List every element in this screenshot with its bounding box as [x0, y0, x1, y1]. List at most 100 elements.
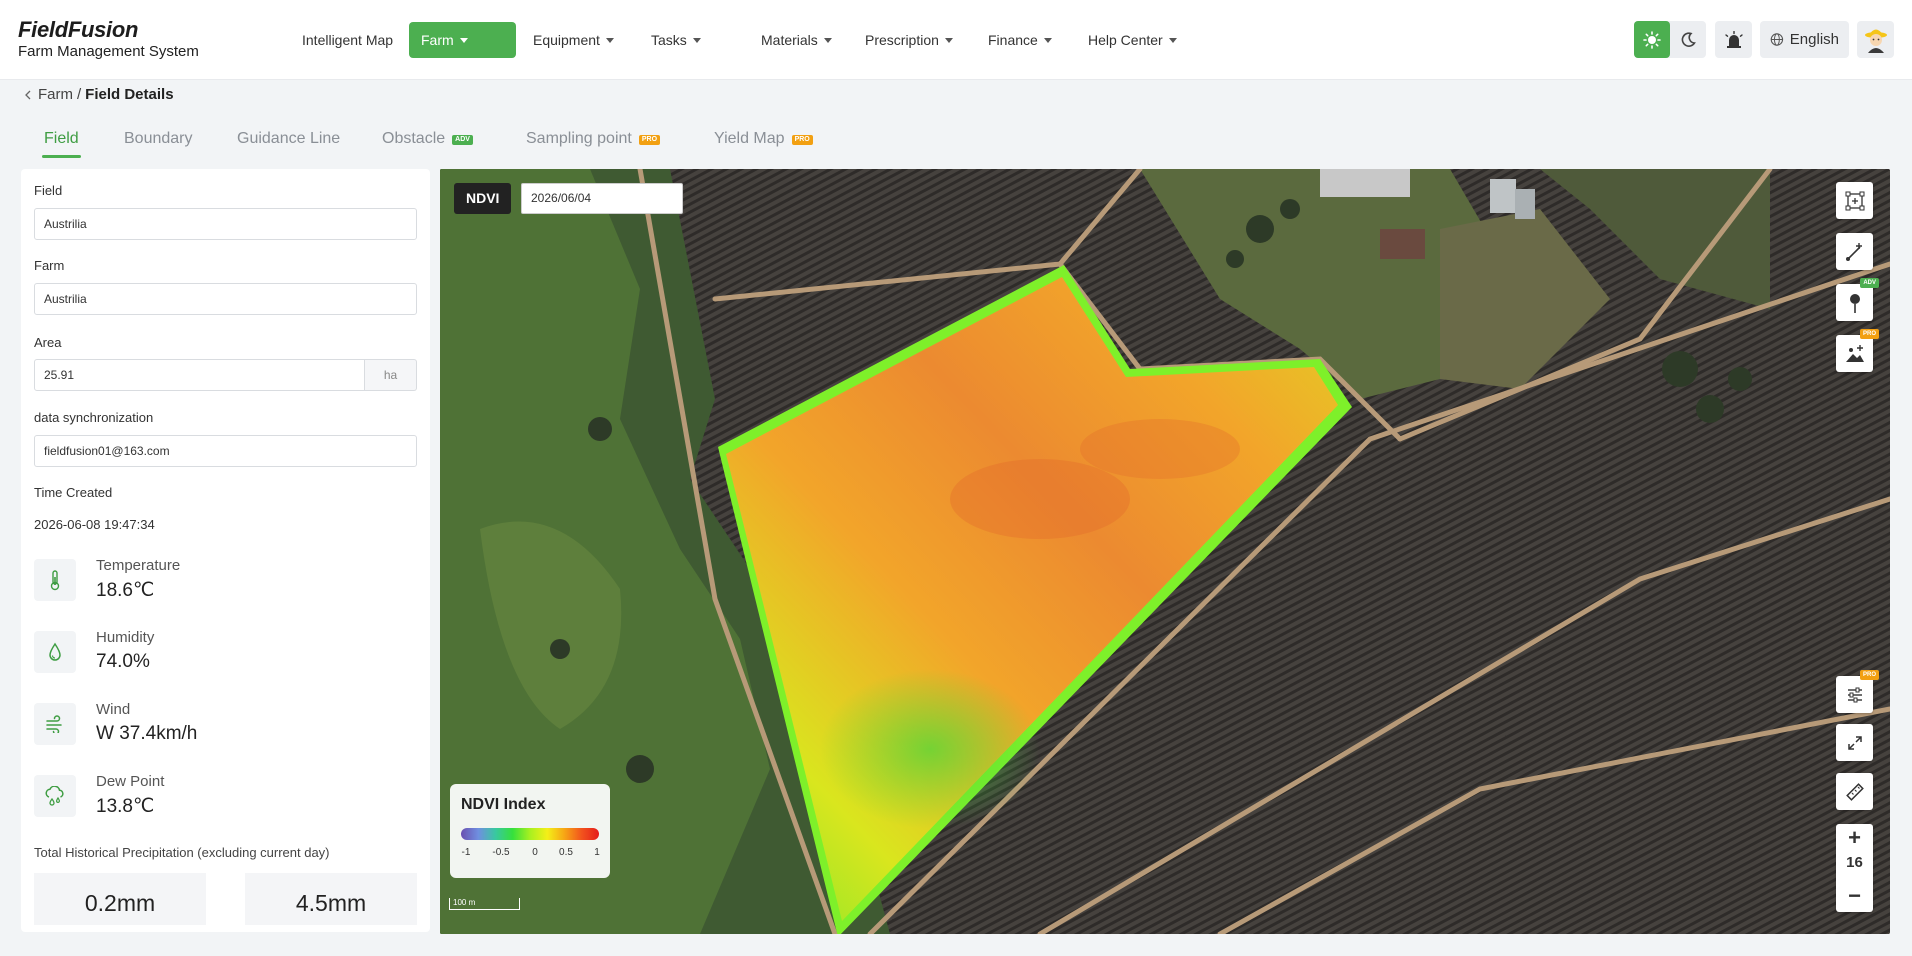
- legend-tick: 1: [594, 847, 600, 858]
- tab-sampling-point[interactable]: Sampling point PRO: [526, 120, 661, 158]
- nav-item-equipment[interactable]: Equipment: [521, 22, 626, 58]
- precipitation-title: Total Historical Precipitation (excludin…: [34, 845, 330, 860]
- tab-label: Boundary: [124, 130, 193, 147]
- zoom-in-button[interactable]: +: [1836, 824, 1873, 852]
- weather-value: 13.8℃: [96, 796, 155, 817]
- filter-settings-button[interactable]: PRO: [1836, 670, 1879, 713]
- ndvi-map[interactable]: NDVI 2026/06/04 ADV PRO PRO + 16 − NDVI …: [440, 169, 1890, 934]
- draw-line-icon: [1845, 242, 1862, 261]
- nav-item-farm[interactable]: Farm: [409, 22, 516, 58]
- farmer-avatar-icon: [1864, 29, 1887, 53]
- tab-guidance-line[interactable]: Guidance Line: [237, 120, 340, 158]
- pro-badge: PRO: [638, 135, 661, 145]
- nav-label: Tasks: [651, 32, 687, 48]
- weather-humidity: Humidity 74.0%: [34, 627, 414, 677]
- breadcrumb-parent[interactable]: Farm: [38, 86, 73, 103]
- nav-item-intelligent-map[interactable]: Intelligent Map: [290, 22, 405, 58]
- time-created-label: Time Created: [34, 485, 113, 500]
- ruler-icon: [1845, 782, 1864, 801]
- alarm-button[interactable]: [1715, 21, 1752, 58]
- map-scale-bar: 100 m: [449, 898, 520, 910]
- nav-item-prescription[interactable]: Prescription: [853, 22, 965, 58]
- time-created-value: 2026-06-08 19:47:34: [34, 517, 155, 532]
- farm-name-input[interactable]: Austrilia: [34, 283, 417, 315]
- field-label: Field: [34, 183, 63, 198]
- tab-label: Yield Map: [714, 130, 785, 147]
- measure-button[interactable]: [1836, 773, 1873, 810]
- ndvi-layer-chip[interactable]: NDVI: [454, 183, 512, 214]
- zoom-out-button[interactable]: −: [1836, 882, 1873, 910]
- sliders-icon: [1847, 687, 1862, 702]
- sync-label: data synchronization: [34, 410, 154, 425]
- tab-label: Guidance Line: [237, 130, 341, 147]
- theme-toggle: [1634, 21, 1706, 58]
- caret-down-icon: [459, 38, 468, 43]
- weather-value: W 37.4km/h: [96, 723, 198, 744]
- nav-item-finance[interactable]: Finance: [976, 22, 1064, 58]
- tab-label: Obstacle: [382, 130, 446, 147]
- pro-badge: PRO: [1859, 329, 1879, 339]
- tab-obstacle[interactable]: Obstacle ADV: [382, 120, 473, 158]
- sun-icon: [1643, 30, 1661, 49]
- draw-area-button[interactable]: [1836, 182, 1873, 219]
- ndvi-date-picker[interactable]: 2026/06/04: [521, 183, 683, 214]
- precipitation-value: 4.5mm: [245, 873, 417, 925]
- language-label: English: [1789, 31, 1839, 48]
- ndvi-legend: NDVI Index -1 -0.5 0 0.5 1: [450, 784, 610, 878]
- dew-point-icon: [34, 775, 76, 817]
- legend-tick: -0.5: [492, 847, 510, 858]
- weather-value: 74.0%: [96, 651, 150, 672]
- adv-badge: ADV: [1860, 278, 1879, 288]
- caret-down-icon: [823, 38, 832, 43]
- caret-down-icon: [692, 38, 701, 43]
- weather-dew-point: Dew Point 13.8℃: [34, 771, 414, 821]
- breadcrumb-current: Field Details: [85, 86, 174, 103]
- legend-color-bar: [461, 828, 599, 840]
- weather-temperature: Temperature 18.6℃: [34, 555, 414, 605]
- brand-name: FieldFusion: [18, 17, 139, 42]
- tab-boundary[interactable]: Boundary: [124, 120, 193, 158]
- nav-label: Farm: [421, 32, 454, 48]
- nav-item-help-center[interactable]: Help Center: [1076, 22, 1189, 58]
- brand-subtitle: Farm Management System: [18, 43, 199, 60]
- tab-label: Field: [44, 130, 79, 147]
- weather-wind: Wind W 37.4km/h: [34, 699, 414, 749]
- light-mode-button[interactable]: [1634, 21, 1670, 58]
- pro-badge: PRO: [791, 135, 813, 145]
- add-pin-button[interactable]: ADV: [1836, 278, 1879, 321]
- weather-label: Temperature: [96, 557, 181, 574]
- farm-label: Farm: [34, 258, 65, 273]
- weather-label: Dew Point: [96, 773, 165, 790]
- legend-tick: 0: [532, 847, 538, 858]
- legend-tick: -1: [461, 847, 471, 858]
- nav-item-materials[interactable]: Materials: [749, 22, 844, 58]
- brand-logo[interactable]: FieldFusion Farm Management System: [18, 18, 199, 61]
- alarm-light-icon: [1724, 30, 1743, 48]
- thermometer-icon: [34, 559, 76, 601]
- fullscreen-button[interactable]: [1836, 724, 1873, 761]
- weather-label: Humidity: [96, 629, 155, 646]
- user-avatar[interactable]: [1857, 21, 1894, 58]
- nav-label: Help Center: [1088, 32, 1163, 48]
- tab-label: Sampling point: [526, 130, 632, 147]
- draw-line-button[interactable]: [1836, 233, 1873, 270]
- moon-icon: [1681, 31, 1696, 47]
- language-selector[interactable]: English: [1760, 21, 1849, 58]
- tab-yield-map[interactable]: Yield Map PRO: [714, 120, 813, 158]
- tab-field[interactable]: Field: [42, 120, 81, 158]
- droplet-icon: [34, 631, 76, 673]
- nav-label: Prescription: [865, 32, 939, 48]
- map-pin-icon: [1849, 293, 1860, 313]
- pro-badge: PRO: [1859, 670, 1879, 680]
- wind-icon: [34, 703, 76, 745]
- image-layer-button[interactable]: PRO: [1836, 329, 1879, 372]
- nav-item-tasks[interactable]: Tasks: [639, 22, 713, 58]
- area-input[interactable]: 25.91: [34, 359, 365, 391]
- chevron-left-icon[interactable]: [22, 89, 34, 101]
- field-name-input[interactable]: Austrilia: [34, 208, 417, 240]
- dark-mode-button[interactable]: [1670, 21, 1706, 58]
- legend-title: NDVI Index: [461, 796, 546, 813]
- area-unit: ha: [365, 359, 417, 391]
- sync-account-input[interactable]: fieldfusion01@163.com: [34, 435, 417, 467]
- zoom-level: 16: [1846, 854, 1863, 871]
